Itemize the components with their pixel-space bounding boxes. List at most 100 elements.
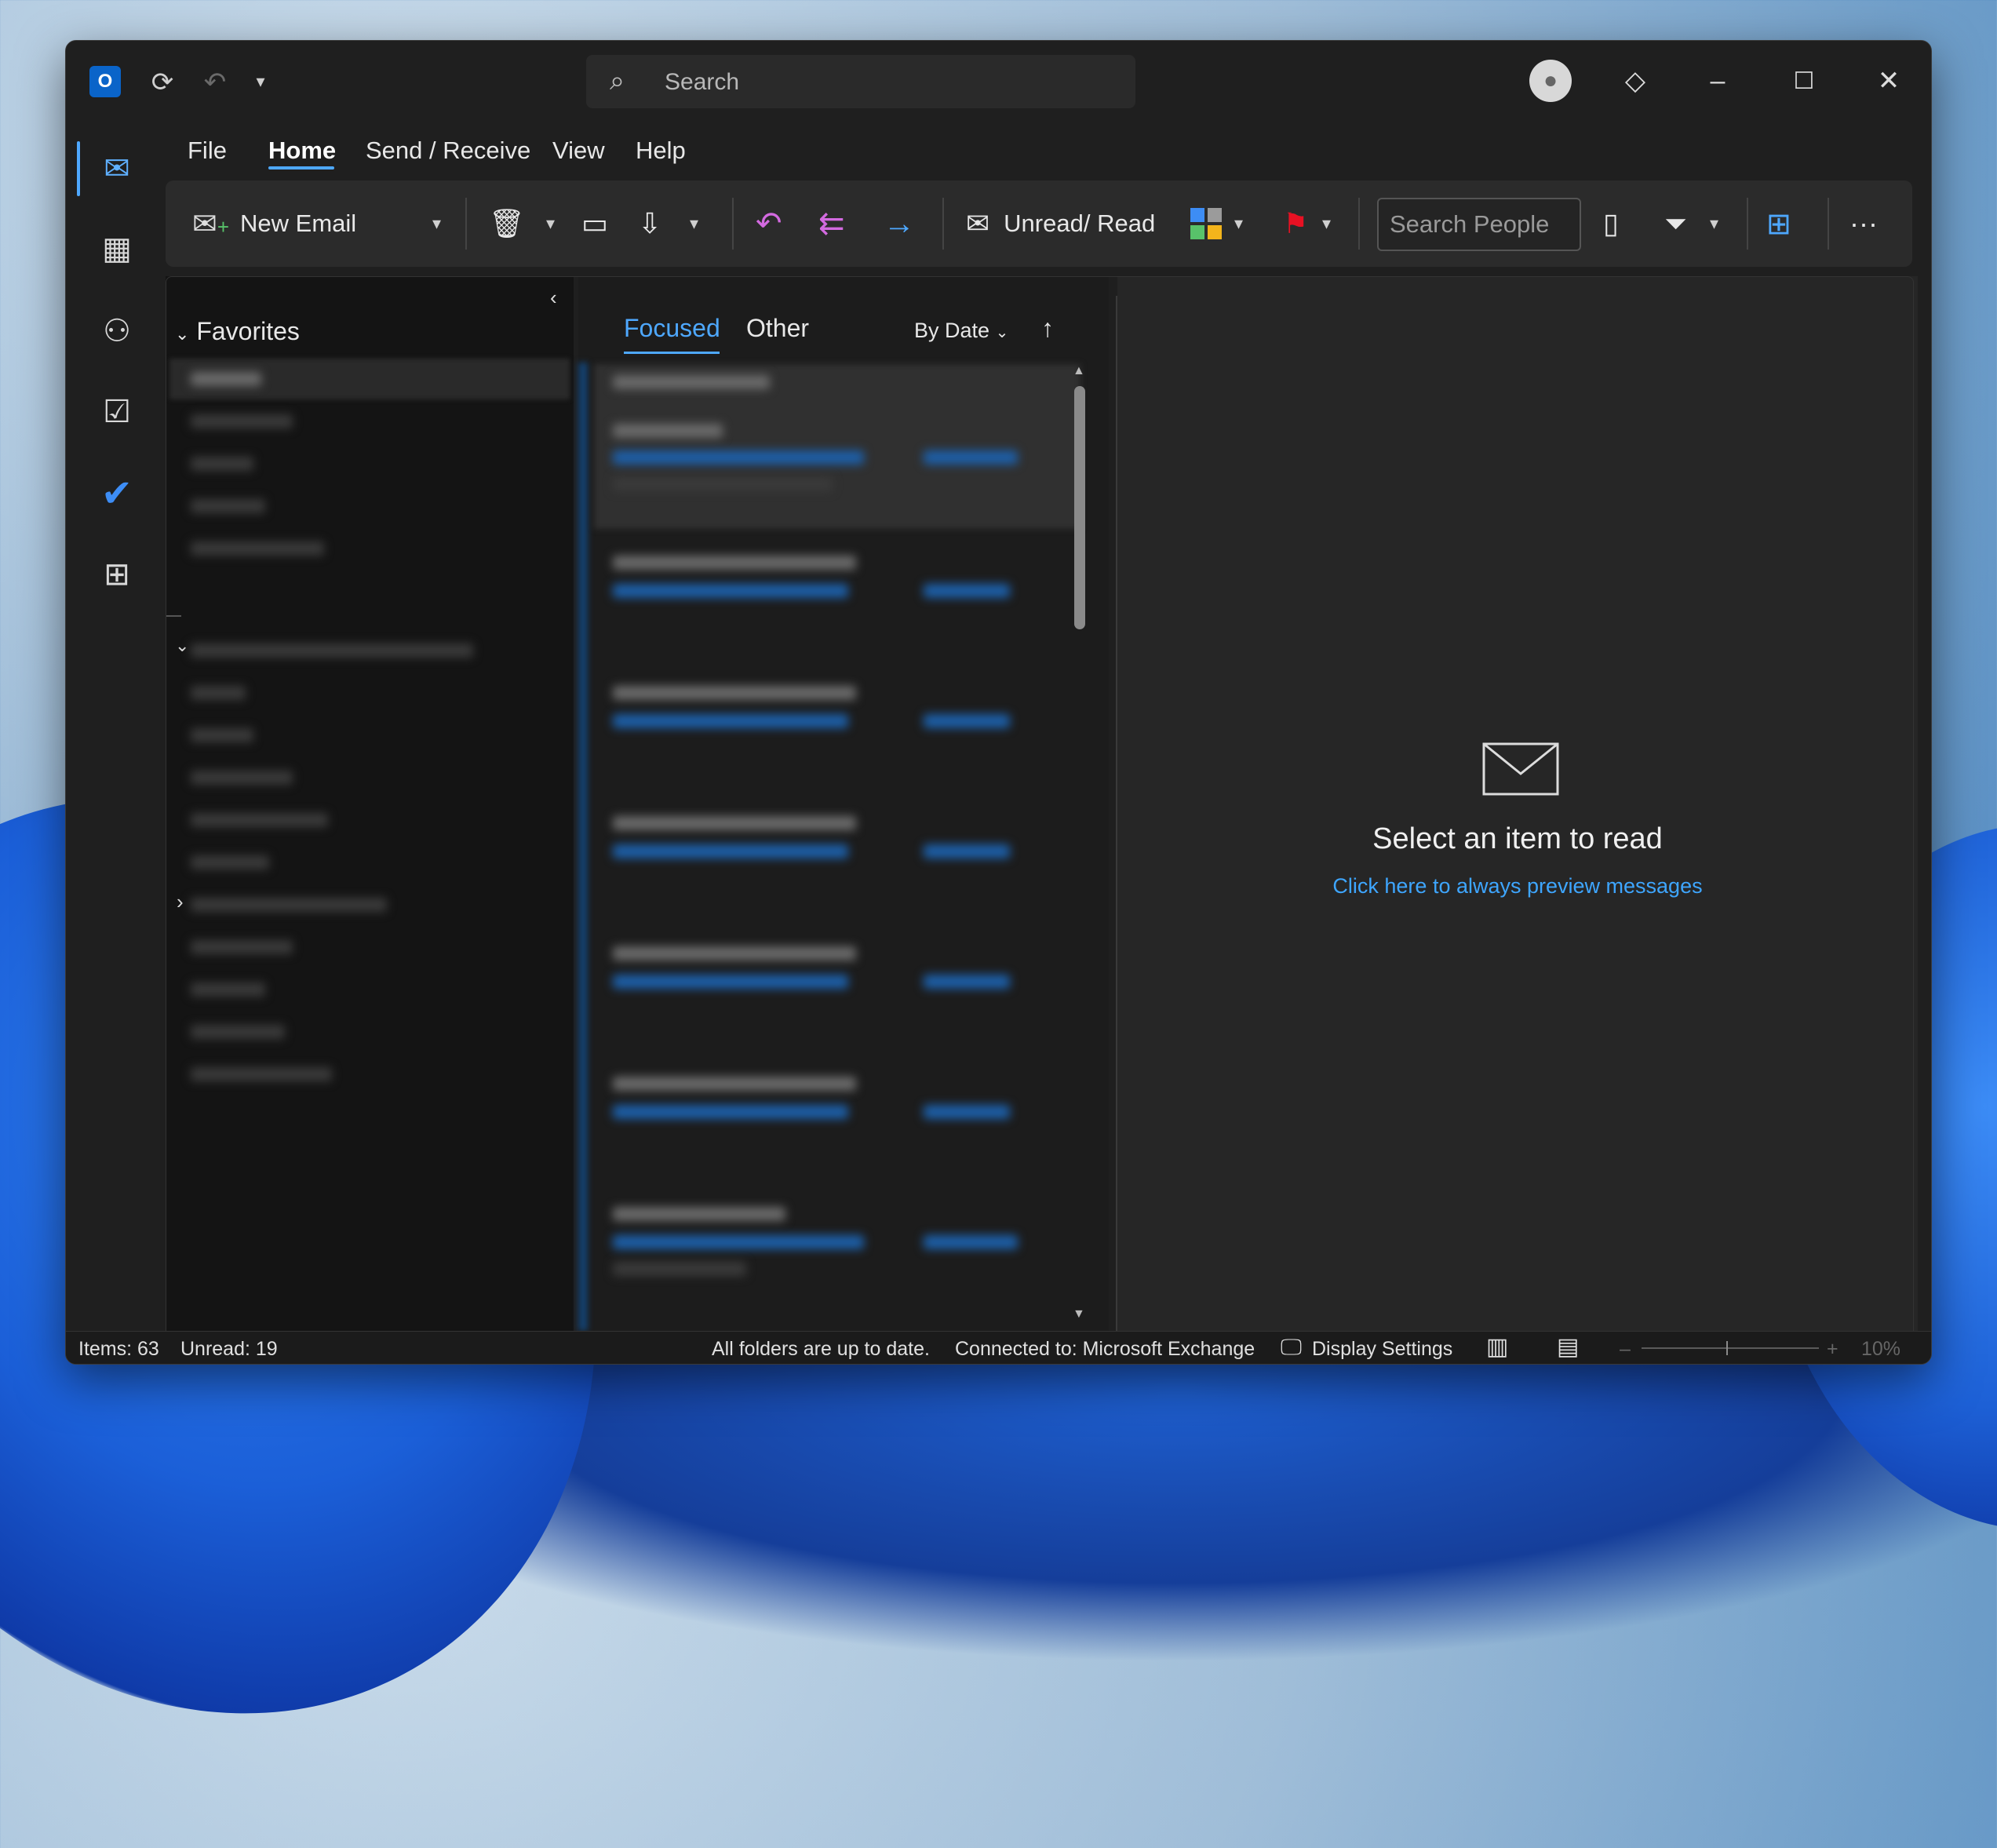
folder-item[interactable]	[191, 686, 246, 700]
new-email-button[interactable]: ✉+ New Email	[192, 202, 356, 245]
more-options-icon[interactable]: ···	[1849, 202, 1878, 245]
delete-icon[interactable]: 🗑	[489, 202, 525, 245]
reply-icon[interactable]: ↶	[756, 202, 782, 245]
zoom-slider-thumb[interactable]	[1726, 1341, 1728, 1355]
ribbon-separator	[942, 198, 944, 250]
folder-item[interactable]	[191, 855, 269, 869]
collapse-pane-icon[interactable]: ‹	[550, 286, 557, 310]
message-sender[interactable]	[613, 816, 856, 830]
todo-icon[interactable]: ✔	[89, 466, 144, 521]
reading-view-icon[interactable]: ▤	[1557, 1333, 1579, 1361]
filter-dropdown[interactable]: ▾	[1710, 202, 1718, 245]
customize-qat-icon[interactable]: ▾	[245, 66, 276, 97]
folder-item[interactable]	[191, 940, 293, 954]
unread-count: Unread: 19	[180, 1338, 278, 1360]
folder-item[interactable]	[191, 1025, 285, 1039]
folder-item[interactable]	[191, 372, 261, 386]
premium-diamond-icon[interactable]: ◇	[1616, 61, 1655, 100]
sync-icon[interactable]: ⟳	[143, 63, 182, 102]
flag-dropdown[interactable]: ▾	[1322, 202, 1331, 245]
folder-item[interactable]	[191, 414, 293, 428]
account-name[interactable]	[191, 643, 473, 658]
sort-direction-icon[interactable]: ↑	[1041, 314, 1054, 343]
account-chevron-down-icon[interactable]: ⌄	[175, 636, 189, 656]
zoom-in-icon[interactable]: +	[1827, 1338, 1838, 1361]
new-email-dropdown[interactable]: ▾	[432, 202, 441, 245]
list-left-accent	[578, 363, 588, 1331]
avatar-icon[interactable]: ●	[1529, 60, 1572, 102]
reply-all-icon[interactable]: ⇇	[818, 202, 845, 245]
message-sender[interactable]	[613, 1077, 856, 1091]
scroll-up-icon[interactable]: ▲	[1073, 364, 1085, 381]
display-settings-button[interactable]: Display Settings	[1312, 1338, 1452, 1361]
scrollbar-thumb[interactable]	[1074, 386, 1085, 629]
unread-read-label: Unread/ Read	[1004, 210, 1156, 237]
folder-item[interactable]	[191, 813, 328, 827]
ribbon-separator	[1828, 198, 1829, 250]
message-subject	[613, 844, 848, 858]
tasks-icon[interactable]: ☑	[89, 385, 144, 439]
delete-dropdown[interactable]: ▾	[546, 202, 555, 245]
favorites-header[interactable]: ⌄ Favorites	[175, 317, 300, 346]
date-group-header	[613, 375, 770, 389]
zoom-out-icon[interactable]: –	[1620, 1338, 1631, 1361]
items-count: Items: 63	[78, 1338, 159, 1360]
scroll-down-icon[interactable]: ▼	[1073, 1307, 1085, 1325]
tab-home[interactable]: Home	[268, 137, 336, 165]
tab-send-receive[interactable]: Send / Receive	[366, 137, 530, 165]
categorize-icon[interactable]	[1190, 202, 1222, 245]
folder-item[interactable]	[191, 728, 253, 742]
search-people-input[interactable]: Search People	[1377, 198, 1581, 251]
tab-other[interactable]: Other	[746, 314, 809, 343]
tab-help[interactable]: Help	[636, 137, 686, 165]
folder-item[interactable]	[191, 499, 265, 513]
folder-item[interactable]	[191, 771, 293, 785]
message-sender[interactable]	[613, 686, 856, 700]
undo-icon[interactable]: ↶	[195, 63, 235, 102]
search-icon: ⌕	[610, 66, 625, 96]
tab-file[interactable]: File	[188, 137, 227, 165]
folder-item[interactable]	[191, 541, 324, 556]
apps-icon[interactable]: ⊞	[89, 547, 144, 602]
favorites-label: Favorites	[196, 317, 300, 345]
maximize-icon[interactable]: ☐	[1784, 61, 1824, 100]
calendar-icon[interactable]: ▦	[89, 221, 144, 276]
folder-item[interactable]	[191, 457, 253, 471]
outlook-logo-icon: O	[89, 66, 121, 97]
display-settings-icon[interactable]: 🖵	[1281, 1335, 1302, 1361]
move-dropdown[interactable]: ▾	[690, 202, 698, 245]
close-icon[interactable]: ✕	[1869, 61, 1908, 100]
chevron-right-icon[interactable]: ›	[177, 890, 184, 914]
search-box[interactable]: ⌕ Search	[586, 55, 1135, 108]
tab-focused[interactable]: Focused	[624, 314, 720, 343]
filter-icon[interactable]: ⏷	[1664, 202, 1687, 245]
message-sender[interactable]	[613, 946, 856, 960]
message-sender[interactable]	[613, 556, 856, 570]
sort-by-date-button[interactable]: By Date ⌄	[914, 319, 1008, 343]
ribbon-separator	[465, 198, 467, 250]
normal-view-icon[interactable]: ▥	[1486, 1333, 1508, 1361]
tab-view[interactable]: View	[552, 137, 605, 165]
tab-focused-underline	[624, 352, 720, 354]
people-icon[interactable]: ⚇	[89, 304, 144, 359]
forward-icon[interactable]: →	[884, 202, 915, 245]
apps-ribbon-icon[interactable]: ⊞	[1766, 202, 1791, 245]
connection-status: Connected to: Microsoft Exchange	[955, 1338, 1255, 1360]
message-sender[interactable]	[613, 1207, 785, 1221]
archive-icon[interactable]: ▭	[581, 202, 608, 245]
folder-item[interactable]	[191, 898, 387, 912]
folder-item[interactable]	[191, 982, 265, 997]
categorize-dropdown[interactable]: ▾	[1234, 202, 1243, 245]
unread-read-button[interactable]: ✉ Unread/ Read	[966, 202, 1155, 245]
always-preview-link[interactable]: Click here to always preview messages	[1117, 874, 1918, 898]
move-icon[interactable]: ⇩	[638, 202, 661, 245]
flag-icon[interactable]: ⚑	[1283, 202, 1308, 245]
zoom-slider[interactable]	[1642, 1347, 1819, 1349]
message-date	[924, 844, 1010, 858]
folder-item[interactable]	[191, 1067, 332, 1081]
address-book-icon[interactable]: ▯	[1603, 202, 1619, 245]
message-subject	[613, 450, 864, 465]
mail-icon[interactable]: ✉	[89, 141, 144, 196]
minimize-icon[interactable]: –	[1698, 61, 1737, 100]
new-email-label: New Email	[240, 210, 357, 237]
